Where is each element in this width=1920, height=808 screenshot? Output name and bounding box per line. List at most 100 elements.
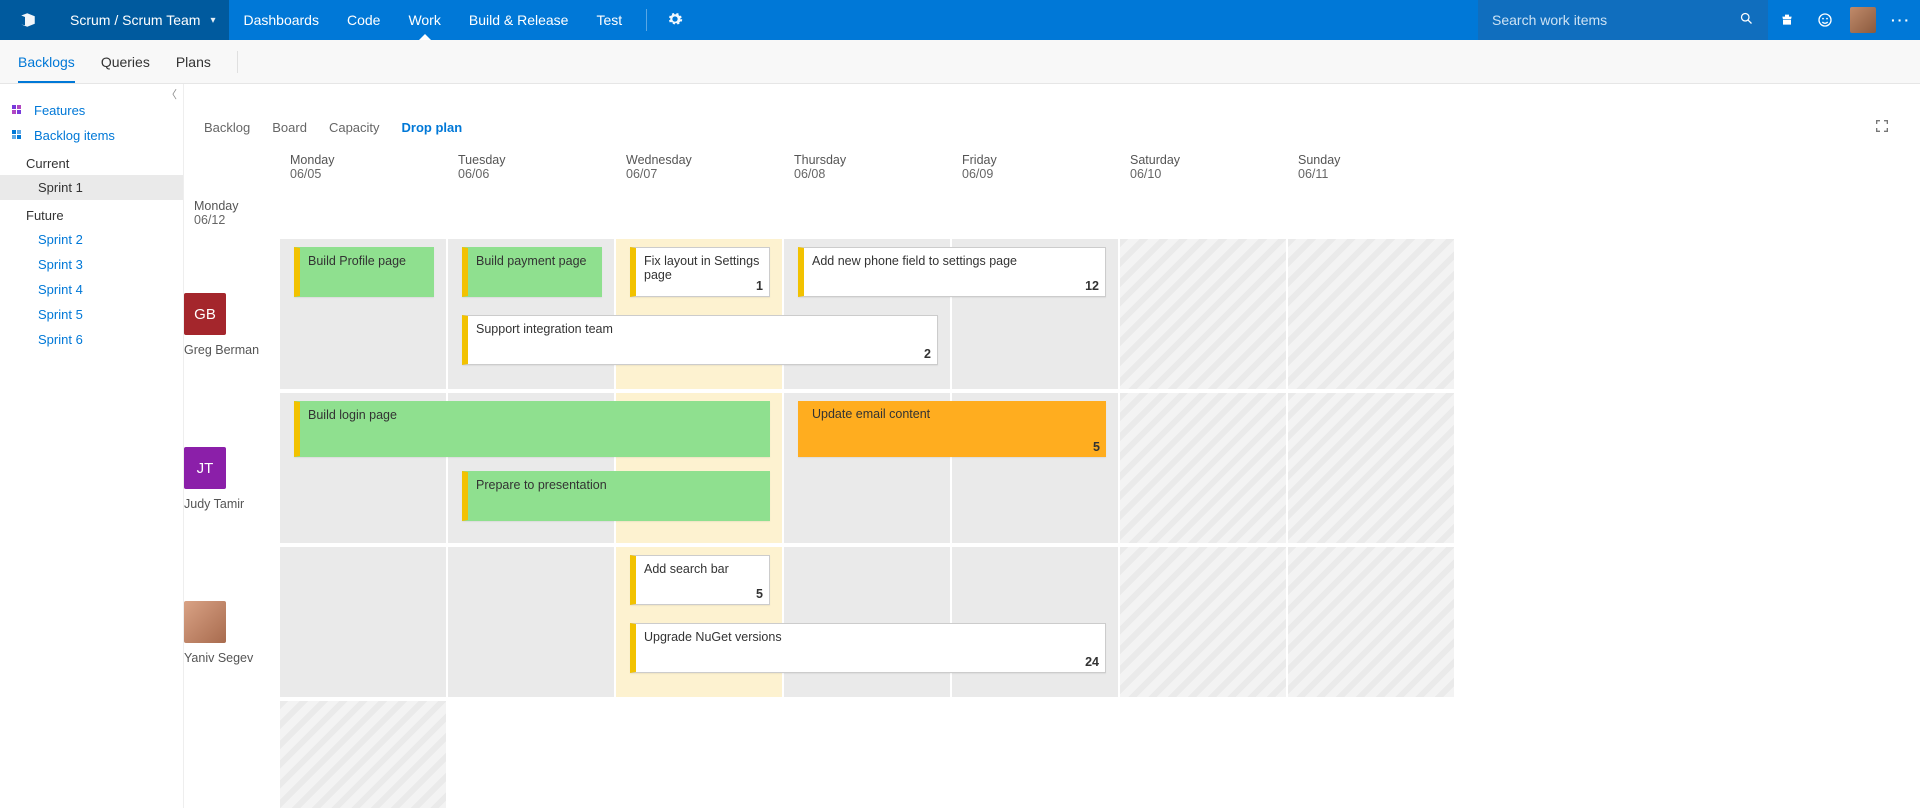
person-row: Add search bar5 Upgrade NuGet versions 24 (280, 547, 1456, 701)
sprint-label: Sprint 3 (38, 257, 83, 272)
person-name: Greg Berman (184, 343, 259, 357)
vt-label: Backlog (204, 120, 250, 135)
tab-backlogs[interactable]: Backlogs (18, 42, 75, 82)
sprint-label: Sprint 4 (38, 282, 83, 297)
work-item-card[interactable]: Add search bar5 (630, 555, 770, 605)
content-area: Backlog Board Capacity Drop plan Monday0… (184, 84, 1920, 808)
sidebar-future-header: Future (0, 200, 183, 227)
tab-label: Queries (101, 54, 150, 70)
breadcrumb-label: Scrum / Scrum Team (70, 12, 200, 28)
day-header: Thursday06/08 (784, 147, 952, 193)
work-item-card[interactable]: Upgrade NuGet versions 24 (630, 623, 1106, 673)
user-avatar[interactable] (1844, 0, 1882, 40)
work-item-card[interactable]: Prepare to presentation (462, 471, 770, 521)
top-bar: Scrum / Scrum Team ▾ Dashboards Code Wor… (0, 0, 1920, 40)
collapse-sidebar-icon[interactable]: 〈 (166, 86, 177, 102)
backlog-sidebar: 〈 Features Backlog items Current Sprint … (0, 84, 184, 808)
settings-gear-icon[interactable] (657, 11, 693, 30)
tab-label: Plans (176, 54, 211, 70)
tab-queries[interactable]: Queries (101, 42, 150, 82)
avatar: JT (184, 447, 226, 489)
vt-label: Board (272, 120, 307, 135)
person-cell: GB Greg Berman (184, 239, 280, 393)
card-title: Fix layout in Settings page (644, 254, 761, 282)
card-title: Add search bar (644, 562, 761, 576)
drop-plan-grid: Monday06/05 Tuesday06/06 Wednesday06/07 … (184, 147, 1920, 808)
sidebar-sprint-2[interactable]: Sprint 2 (0, 227, 183, 252)
nav-dashboards[interactable]: Dashboards (229, 0, 333, 40)
sidebar-sprint-3[interactable]: Sprint 3 (0, 252, 183, 277)
work-item-card[interactable]: Add new phone field to settings page12 (798, 247, 1106, 297)
vsts-logo[interactable] (0, 0, 56, 40)
day-header: Saturday06/10 (1120, 147, 1288, 193)
work-item-card[interactable]: Support integration team 2 (462, 315, 938, 365)
features-icon (12, 105, 26, 117)
sidebar-backlog-items[interactable]: Backlog items (0, 123, 183, 148)
card-title: Build Profile page (308, 254, 425, 268)
view-capacity[interactable]: Capacity (329, 120, 380, 135)
nav-label: Work (408, 12, 440, 28)
work-item-card[interactable]: Build payment page (462, 247, 602, 297)
work-item-card[interactable]: Build Profile page (294, 247, 434, 297)
card-title: Build payment page (476, 254, 593, 268)
day-header: Friday06/09 (952, 147, 1120, 193)
person-name: Yaniv Segev (184, 651, 253, 665)
sidebar-sprint-5[interactable]: Sprint 5 (0, 302, 183, 327)
day-header: Monday06/05 (280, 147, 448, 193)
card-title: Upgrade NuGet versions (644, 630, 1097, 644)
sidebar-sprint-1[interactable]: Sprint 1 (0, 175, 183, 200)
more-menu-icon[interactable]: ··· (1882, 0, 1920, 40)
card-title: Update email content (812, 407, 1098, 421)
divider (646, 9, 647, 31)
marketplace-icon[interactable] (1768, 0, 1806, 40)
backlog-items-icon (12, 130, 26, 142)
work-item-card[interactable]: Fix layout in Settings page1 (630, 247, 770, 297)
work-item-card[interactable]: Update email content 5 (798, 401, 1106, 457)
sidebar-sprint-6[interactable]: Sprint 6 (0, 327, 183, 352)
sidebar-features[interactable]: Features (0, 98, 183, 123)
card-title: Support integration team (476, 322, 929, 336)
card-title: Build login page (308, 408, 761, 422)
card-points: 2 (924, 347, 931, 361)
hub-tabs: Backlogs Queries Plans (0, 40, 1920, 84)
person-cell: JT Judy Tamir (184, 393, 280, 547)
divider (237, 51, 238, 73)
tab-label: Backlogs (18, 54, 75, 70)
card-title: Prepare to presentation (476, 478, 761, 492)
nav-label: Test (596, 12, 622, 28)
vt-label: Capacity (329, 120, 380, 135)
day-header: Tuesday06/06 (448, 147, 616, 193)
sprint-label: Sprint 6 (38, 332, 83, 347)
sprint-label: Sprint 5 (38, 307, 83, 322)
view-backlog[interactable]: Backlog (204, 120, 250, 135)
card-points: 24 (1085, 655, 1099, 669)
search-placeholder: Search work items (1492, 12, 1607, 28)
chevron-down-icon: ▾ (210, 15, 215, 26)
nav-label: Code (347, 12, 380, 28)
search-box[interactable]: Search work items (1478, 0, 1768, 40)
nav-code[interactable]: Code (333, 0, 394, 40)
person-row: Build login page Update email content 5 Pre… (280, 393, 1456, 547)
card-points: 12 (1085, 279, 1099, 293)
card-points: 5 (1093, 440, 1100, 454)
person-row: Build Profile page Build payment page Fix … (280, 239, 1456, 393)
nav-label: Build & Release (469, 12, 569, 28)
day-header: Sunday06/11 (1288, 147, 1456, 193)
work-item-card[interactable]: Build login page (294, 401, 770, 457)
sidebar-current-header: Current (0, 148, 183, 175)
tab-plans[interactable]: Plans (176, 42, 211, 82)
nav-work[interactable]: Work (394, 0, 454, 40)
nav-test[interactable]: Test (582, 0, 636, 40)
sidebar-sprint-4[interactable]: Sprint 4 (0, 277, 183, 302)
sidebar-label: Backlog items (34, 128, 115, 143)
feedback-smile-icon[interactable] (1806, 0, 1844, 40)
fullscreen-icon[interactable] (1874, 118, 1890, 137)
sprint-label: Sprint 2 (38, 232, 83, 247)
view-drop-plan[interactable]: Drop plan (402, 120, 463, 135)
view-board[interactable]: Board (272, 120, 307, 135)
person-name: Judy Tamir (184, 497, 244, 511)
project-breadcrumb[interactable]: Scrum / Scrum Team ▾ (56, 0, 229, 40)
card-points: 1 (756, 279, 763, 293)
nav-build-release[interactable]: Build & Release (455, 0, 583, 40)
sprint-label: Sprint 1 (38, 180, 83, 195)
